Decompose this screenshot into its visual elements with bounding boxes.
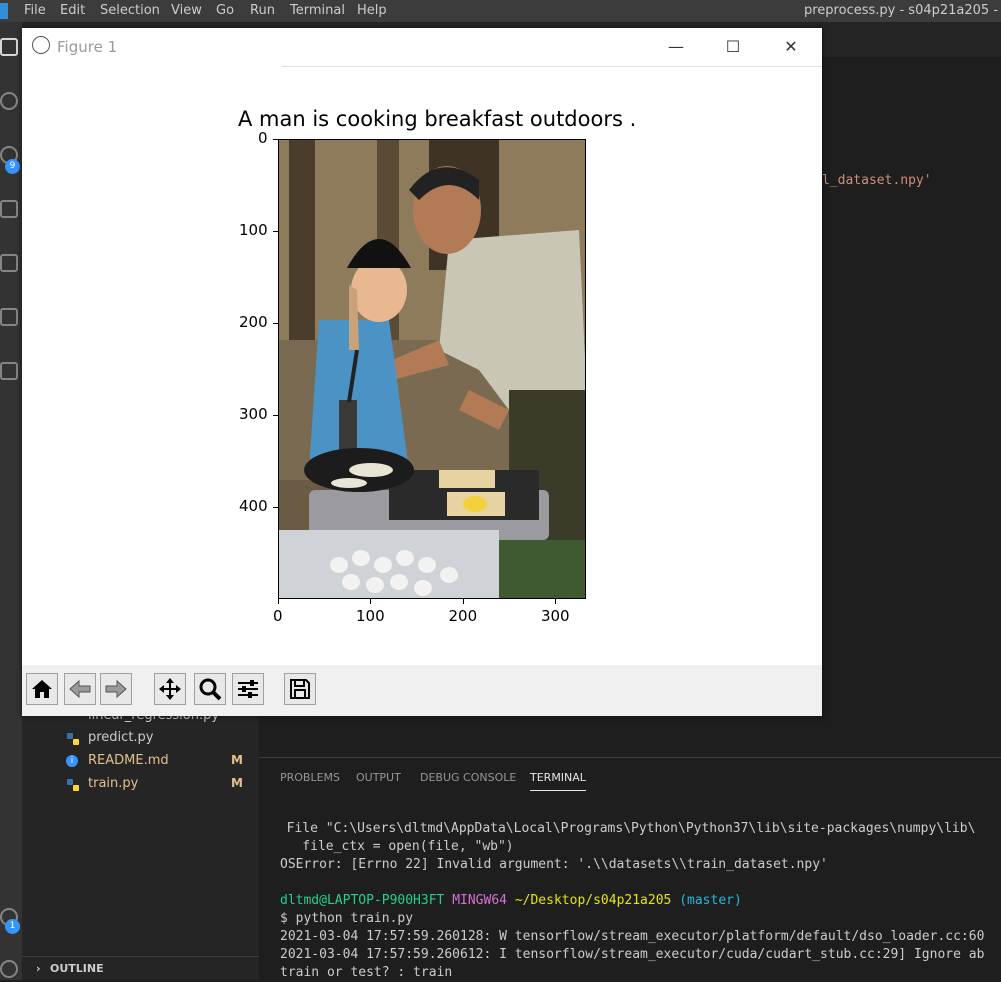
terminal-input[interactable]: train or test? : train [280,964,452,982]
run-debug-icon[interactable] [0,200,18,218]
vscode-logo-icon [0,3,8,19]
forward-icon[interactable] [100,673,132,705]
x-tick-mark [278,599,279,604]
y-tick-label: 300 [239,405,268,423]
minimize-icon[interactable]: — [666,37,686,56]
y-tick-mark [273,323,278,324]
tab-problems[interactable]: PROBLEMS [280,771,340,784]
back-icon[interactable] [64,673,96,705]
scm-badge: 9 [5,159,20,174]
explorer-icon[interactable] [0,38,18,56]
menu-view[interactable]: View [171,3,202,18]
divider [282,66,822,67]
menu-go[interactable]: Go [216,3,234,18]
y-tick-mark [273,415,278,416]
y-tick-label: 400 [239,497,268,515]
python-icon [67,779,79,791]
window-title: preprocess.py - s04p21a205 - Visua [804,3,1001,18]
x-tick-mark [462,599,464,604]
menu-help[interactable]: Help [357,3,387,18]
prompt-path: ~/Desktop/s04p21a205 [514,893,672,908]
prompt-user: dltmd@LAPTOP-P900H3FT [280,893,445,908]
pan-icon[interactable] [154,673,186,705]
terminal-line: 2021-03-04 17:57:59.260612: I tensorflow… [280,947,985,962]
info-icon: i [66,755,78,767]
menu-edit[interactable]: Edit [60,3,85,18]
menu-file[interactable]: File [24,3,46,18]
menu-terminal[interactable]: Terminal [290,3,345,18]
zoom-icon[interactable] [194,673,226,705]
cooking-photo [279,140,585,598]
settings-gear-icon[interactable] [0,960,18,978]
search-icon[interactable] [0,92,18,110]
terminal-line: File "C:\Users\dltmd\AppData\Local\Progr… [271,821,976,836]
accounts-badge: 1 [5,919,20,934]
tab-terminal[interactable]: TERMINAL [530,771,586,791]
maximize-icon[interactable]: ☐ [723,37,743,56]
y-tick-label: 200 [239,313,268,331]
matplotlib-logo-icon [32,36,50,54]
activity-bar: 9 1 [0,22,22,980]
y-tick-mark [273,507,278,508]
code-string: l_dataset.npy' [822,173,932,188]
remote-explorer-icon[interactable] [0,254,18,272]
tab-debug-console[interactable]: DEBUG CONSOLE [420,771,516,784]
x-tick-mark [555,599,557,604]
file-train[interactable]: train.py [88,774,138,794]
outline-section[interactable]: › OUTLINE [22,956,259,981]
x-tick-mark [370,599,372,604]
terminal-command: $ python train.py [280,911,414,926]
figure-toolbar [22,665,822,716]
save-icon[interactable] [284,673,316,705]
tab-output[interactable]: OUTPUT [356,771,401,784]
bottom-panel: PROBLEMS OUTPUT DEBUG CONSOLE TERMINAL F… [259,757,1001,981]
extensions-icon[interactable] [0,308,18,326]
terminal-line: file_ctx = open(file, "wb") [271,839,514,854]
plot-title: A man is cooking breakfast outdoors . [238,107,637,131]
terminal-line: OSError: [Errno 22] Invalid argument: '.… [280,857,828,872]
outline-label: OUTLINE [50,962,104,975]
prompt-env: MINGW64 [452,893,507,908]
figure-titlebar[interactable]: Figure 1 — ☐ ✕ [22,28,822,66]
y-tick-label: 0 [258,129,268,147]
file-readme[interactable]: README.md [88,751,169,771]
menu-run[interactable]: Run [250,3,275,18]
python-icon [67,733,79,745]
y-tick-mark [273,139,278,140]
git-modified-badge: M [231,753,243,767]
file-predict[interactable]: predict.py [88,728,154,748]
x-tick-label: 200 [448,607,478,625]
close-icon[interactable]: ✕ [781,37,801,56]
figure-window: Figure 1 — ☐ ✕ A man is cooking breakfas… [22,28,822,716]
terminal-prompt: dltmd@LAPTOP-P900H3FT MINGW64 ~/Desktop/… [280,892,742,910]
figure-title: Figure 1 [57,38,118,56]
git-modified-badge: M [231,776,243,790]
y-tick-mark [273,231,278,232]
terminal-line: 2021-03-04 17:57:59.260128: W tensorflow… [280,929,985,944]
menu-selection[interactable]: Selection [100,3,160,18]
configure-icon[interactable] [232,673,264,705]
plot-image [278,139,586,599]
home-icon[interactable] [26,673,58,705]
x-tick-label: 100 [355,607,385,625]
x-tick-label: 300 [540,607,570,625]
prompt-branch: (master) [679,893,742,908]
x-tick-label: 0 [273,607,283,625]
live-share-icon[interactable] [0,362,18,380]
menu-bar: File Edit Selection View Go Run Terminal… [0,0,1001,22]
chevron-right-icon: › [36,962,41,975]
y-tick-label: 100 [239,221,268,239]
